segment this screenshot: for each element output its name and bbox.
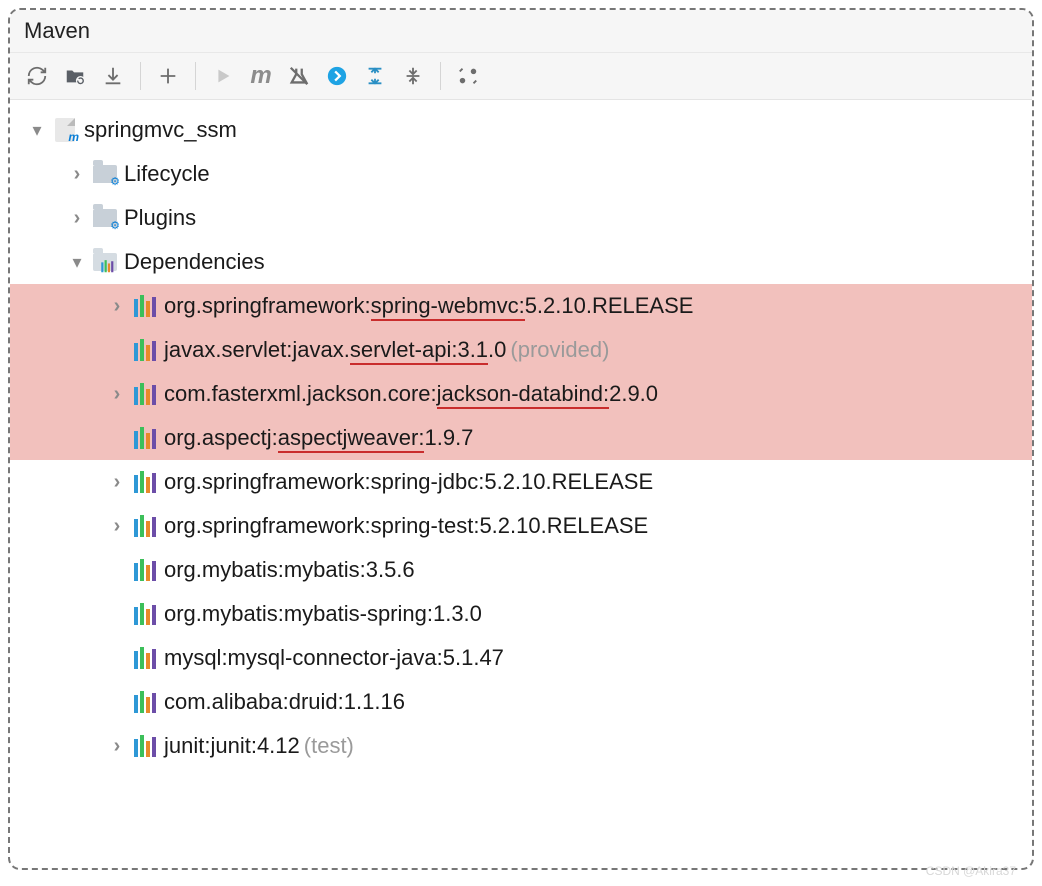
maven-panel: Maven m	[8, 8, 1034, 870]
plugins-node[interactable]: Plugins	[10, 196, 1032, 240]
expand-all-icon[interactable]	[358, 59, 392, 93]
module-icon	[55, 118, 75, 142]
library-icon	[130, 647, 160, 669]
chevron-right-icon[interactable]	[104, 383, 130, 406]
dependency-item[interactable]: org.aspectj:aspectjweaver:1.9.7	[10, 416, 1032, 460]
separator	[140, 62, 141, 90]
dependency-label: org.springframework:spring-jdbc:5.2.10.R…	[164, 469, 653, 495]
chevron-right-icon[interactable]	[64, 163, 90, 186]
library-icon	[130, 515, 160, 537]
toolbar: m	[10, 53, 1032, 100]
dependency-item[interactable]: org.springframework:spring-test:5.2.10.R…	[10, 504, 1032, 548]
dependency-item[interactable]: junit:junit:4.12(test)	[10, 724, 1032, 768]
library-icon	[130, 603, 160, 625]
download-sources-icon[interactable]	[96, 59, 130, 93]
dependency-item[interactable]: org.springframework:spring-jdbc:5.2.10.R…	[10, 460, 1032, 504]
plugins-folder-icon	[93, 209, 117, 227]
offline-icon[interactable]	[320, 59, 354, 93]
chevron-right-icon[interactable]	[104, 471, 130, 494]
lifecycle-folder-icon	[93, 165, 117, 183]
library-icon	[130, 735, 160, 757]
dependencies-label: Dependencies	[124, 249, 265, 275]
separator	[195, 62, 196, 90]
library-icon	[130, 339, 160, 361]
add-icon[interactable]	[151, 59, 185, 93]
chevron-down-icon[interactable]	[24, 120, 50, 141]
dependencies-node[interactable]: Dependencies	[10, 240, 1032, 284]
run-icon[interactable]	[206, 59, 240, 93]
dependency-tree: springmvc_ssm Lifecycle Plugins Dependen…	[10, 100, 1032, 868]
library-icon	[130, 559, 160, 581]
dependency-item[interactable]: org.springframework:spring-webmvc:5.2.10…	[10, 284, 1032, 328]
library-icon	[130, 427, 160, 449]
separator	[440, 62, 441, 90]
dependency-label: javax.servlet:javax.servlet-api:3.1.0	[164, 337, 506, 363]
chevron-right-icon[interactable]	[104, 295, 130, 318]
dependency-label: org.mybatis:mybatis-spring:1.3.0	[164, 601, 482, 627]
dependency-label: com.fasterxml.jackson.core:jackson-datab…	[164, 381, 658, 407]
chevron-right-icon[interactable]	[64, 207, 90, 230]
dependencies-folder-icon	[93, 253, 117, 271]
plugins-label: Plugins	[124, 205, 196, 231]
dependency-item[interactable]: com.alibaba:druid:1.1.16	[10, 680, 1032, 724]
library-icon	[130, 383, 160, 405]
dependency-label: org.mybatis:mybatis:3.5.6	[164, 557, 415, 583]
chevron-right-icon[interactable]	[104, 515, 130, 538]
dependency-label: org.aspectj:aspectjweaver:1.9.7	[164, 425, 473, 451]
dependency-label: org.springframework:spring-test:5.2.10.R…	[164, 513, 648, 539]
dependency-item[interactable]: org.mybatis:mybatis:3.5.6	[10, 548, 1032, 592]
dependency-item[interactable]: javax.servlet:javax.servlet-api:3.1.0(pr…	[10, 328, 1032, 372]
collapse-all-icon[interactable]	[396, 59, 430, 93]
project-node[interactable]: springmvc_ssm	[10, 108, 1032, 152]
maven-m-icon[interactable]: m	[244, 59, 278, 93]
panel-title: Maven	[10, 10, 1032, 53]
dependency-item[interactable]: com.fasterxml.jackson.core:jackson-datab…	[10, 372, 1032, 416]
folder-refresh-icon[interactable]	[58, 59, 92, 93]
library-icon	[130, 295, 160, 317]
skip-tests-icon[interactable]	[282, 59, 316, 93]
dependency-label: org.springframework:spring-webmvc:5.2.10…	[164, 293, 693, 319]
refresh-icon[interactable]	[20, 59, 54, 93]
dependency-item[interactable]: mysql:mysql-connector-java:5.1.47	[10, 636, 1032, 680]
dependency-scope: (test)	[304, 733, 354, 759]
dependency-label: mysql:mysql-connector-java:5.1.47	[164, 645, 504, 671]
dependency-label: com.alibaba:druid:1.1.16	[164, 689, 405, 715]
project-name-label: springmvc_ssm	[84, 117, 237, 143]
chevron-right-icon[interactable]	[104, 735, 130, 758]
chevron-down-icon[interactable]	[64, 252, 90, 273]
lifecycle-node[interactable]: Lifecycle	[10, 152, 1032, 196]
dependency-item[interactable]: org.mybatis:mybatis-spring:1.3.0	[10, 592, 1032, 636]
dependency-scope: (provided)	[510, 337, 609, 363]
lifecycle-label: Lifecycle	[124, 161, 210, 187]
library-icon	[130, 691, 160, 713]
library-icon	[130, 471, 160, 493]
dependency-label: junit:junit:4.12	[164, 733, 300, 759]
settings-icon[interactable]	[451, 59, 485, 93]
